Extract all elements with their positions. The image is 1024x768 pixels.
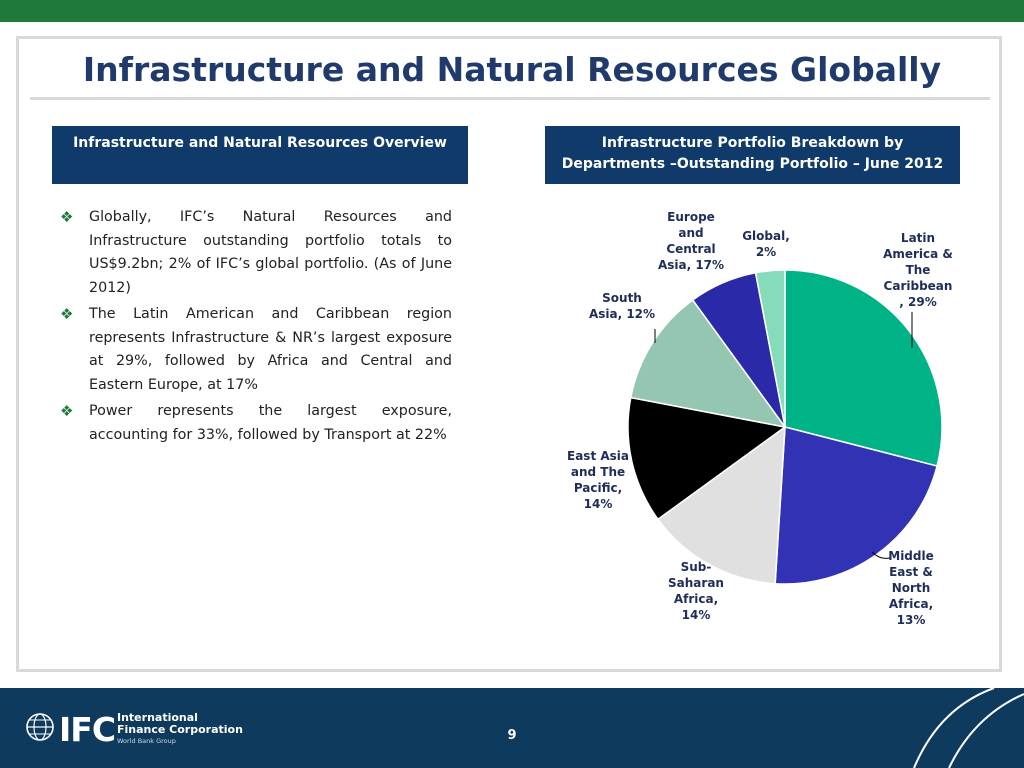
diamond-bullet-icon: ❖ <box>60 208 74 226</box>
slice-label-line: Asia, 17% <box>658 258 724 272</box>
slice-label-line: Saharan <box>668 576 724 590</box>
overview-header-label: Infrastructure and Natural Resources Ove… <box>73 135 447 151</box>
slice-label-line: 14% <box>682 608 711 622</box>
slice-label-line: Asia, 12% <box>589 307 655 321</box>
slice-label-line: , 29% <box>899 295 936 309</box>
bullet-item: ❖ Globally, IFC’s Natural Resources and … <box>60 206 452 300</box>
slice-label: Europe and Central Asia, 17% <box>658 210 724 272</box>
slice-label-line: Global, <box>742 229 790 243</box>
slice-label-line: and The <box>571 465 625 479</box>
diamond-bullet-icon: ❖ <box>60 305 74 323</box>
portfolio-header-line1: Infrastructure Portfolio Breakdown by <box>601 135 904 151</box>
diamond-bullet-icon: ❖ <box>60 402 74 420</box>
portfolio-header-box: Infrastructure Portfolio Breakdown by De… <box>545 126 960 184</box>
bullet-item: ❖ The Latin American and Caribbean regio… <box>60 303 452 397</box>
slice-label: Middle East & North Africa, 13% <box>888 549 934 627</box>
page-number: 9 <box>507 728 517 743</box>
slice-label-line: East Asia <box>567 449 629 463</box>
logo-line-world-bank-group: World Bank Group <box>117 737 176 745</box>
logo-letters: IFC <box>59 710 116 749</box>
portfolio-pie-chart: Latin America & The Caribbean , 29% Middle Eas… <box>567 210 953 627</box>
globe-icon <box>26 713 54 741</box>
logo-wordmark: International Finance Corporation World … <box>117 712 243 746</box>
logo-line-finance-corporation: Finance Corporation <box>117 723 243 736</box>
bullet-text: Globally, IFC’s Natural Resources and In… <box>89 209 452 296</box>
ifc-logo: IFC International Finance Corporation Wo… <box>25 710 245 750</box>
slice-label-line: Latin <box>901 231 935 245</box>
slice-label: Latin America & The Caribbean , 29% <box>883 231 953 309</box>
slice-label-line: Caribbean <box>884 279 953 293</box>
slice-label-line: Europe <box>667 210 715 224</box>
slice-label-line: Africa, <box>674 592 718 606</box>
slice-label-line: The <box>906 263 931 277</box>
footer-bar: IFC International Finance Corporation Wo… <box>0 688 1024 768</box>
overview-bullet-list: ❖ Globally, IFC’s Natural Resources and … <box>60 206 452 450</box>
slice-label-line: 2% <box>756 245 776 259</box>
slice-label-line: 13% <box>897 613 926 627</box>
slice-label: South Asia, 12% <box>589 291 655 321</box>
slice-label: Sub- Saharan Africa, 14% <box>668 560 724 622</box>
slice-label-line: Pacific, <box>574 481 622 495</box>
slice-label-line: 14% <box>584 497 613 511</box>
slice-label-line: Middle <box>888 549 934 563</box>
slice-label-line: America & <box>883 247 953 261</box>
title-divider <box>30 97 990 100</box>
slice-label: Global, 2% <box>742 229 790 259</box>
portfolio-header-line2: Departments –Outstanding Portfolio – Jun… <box>561 156 944 172</box>
bullet-item: ❖ Power represents the largest exposure,… <box>60 400 452 447</box>
slice-label-line: and <box>678 226 703 240</box>
overview-header-box: Infrastructure and Natural Resources Ove… <box>52 126 468 184</box>
slice-label-line: North <box>892 581 930 595</box>
slice-label: East Asia and The Pacific, 14% <box>567 449 629 511</box>
slice-label-line: East & <box>889 565 933 579</box>
slice-label-line: Africa, <box>889 597 933 611</box>
slice-label-line: Central <box>666 242 715 256</box>
bullet-text: Power represents the largest exposure, a… <box>89 403 452 443</box>
slice-label-line: Sub- <box>681 560 712 574</box>
top-green-bar <box>0 0 1024 22</box>
decorative-swoosh-icon <box>913 688 1024 768</box>
slide-title: Infrastructure and Natural Resources Glo… <box>82 50 942 89</box>
bullet-text: The Latin American and Caribbean region … <box>89 306 452 393</box>
slice-label-line: South <box>602 291 642 305</box>
